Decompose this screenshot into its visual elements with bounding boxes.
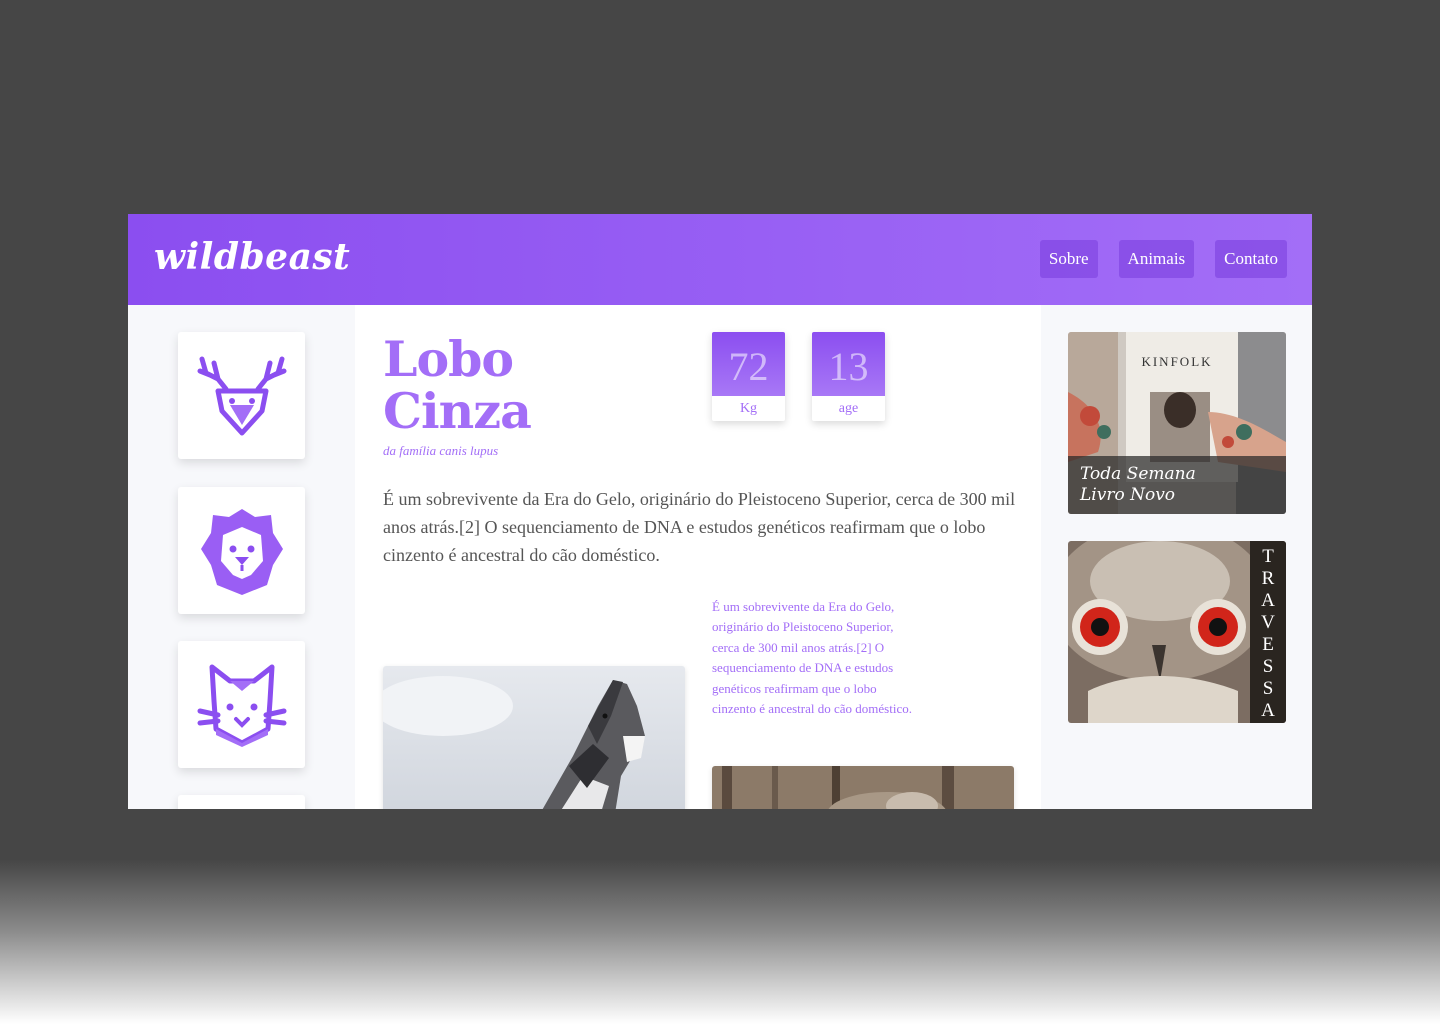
stat-age-label: age: [838, 401, 859, 416]
nav-animais[interactable]: Animais: [1118, 240, 1195, 278]
animal-title-line2: Cinza: [383, 382, 532, 440]
book-ad-caption-line1: Toda Semana: [1080, 464, 1196, 484]
owl-ad-vertical-label: T R A V E S S A: [1250, 541, 1286, 723]
nav-contato[interactable]: Contato: [1215, 240, 1287, 278]
sidebar-item-cat[interactable]: [178, 641, 305, 768]
nav-sobre[interactable]: Sobre: [1039, 240, 1098, 278]
animal-side-text: É um sobrevivente da Era do Gelo, origin…: [712, 599, 912, 717]
stat-weight-value: 72: [712, 332, 785, 396]
animal-title-line1: Lobo: [383, 330, 514, 388]
owl-ad[interactable]: T R A V E S S A: [1068, 541, 1286, 723]
animal-content: Lobo Cinza da família canis lupus 72 Kg …: [355, 305, 1041, 809]
animal-sidebar: [128, 305, 355, 809]
owl-ad-letter: S: [1262, 678, 1274, 699]
browser-page: wildbeast Sobre Animais Contato Lobo Cin…: [128, 214, 1312, 809]
top-bar: wildbeast Sobre Animais Contato: [128, 214, 1312, 305]
owl-ad-letter: R: [1261, 568, 1275, 589]
ads-column: KINFOLK Toda Semana Livro Novo T R A V E…: [1041, 305, 1312, 809]
deer-icon: [197, 356, 286, 435]
book-ad-caption-line2: Livro Novo: [1080, 485, 1176, 505]
stat-age: 13 age: [812, 332, 885, 421]
site-logo[interactable]: wildbeast: [154, 236, 350, 278]
owl-ad-letter: E: [1262, 634, 1274, 655]
book-ad-caption: Toda Semana Livro Novo: [1068, 456, 1286, 514]
book-ad-magazine-title: KINFOLK: [1141, 354, 1213, 369]
howling-wolf-photo: [383, 666, 685, 809]
animal-subtitle: da família canis lupus: [383, 443, 499, 458]
wolf-forest-photo: [712, 766, 1014, 809]
sidebar-item-deer[interactable]: [178, 332, 305, 459]
owl-ad-letter: V: [1261, 612, 1275, 633]
stat-age-value: 13: [812, 332, 885, 396]
owl-ad-letter: A: [1261, 700, 1275, 721]
book-ad[interactable]: KINFOLK Toda Semana Livro Novo: [1068, 332, 1286, 514]
animal-title: Lobo Cinza: [383, 333, 603, 437]
main-nav: Sobre Animais Contato: [1039, 240, 1287, 278]
stat-weight-label: Kg: [739, 401, 758, 416]
sidebar-item-lion[interactable]: [178, 487, 305, 614]
animal-description: É um sobrevivente da Era do Gelo, origin…: [383, 489, 1016, 565]
sidebar-item-more[interactable]: [178, 795, 305, 809]
cat-icon: [197, 664, 286, 747]
owl-ad-letter: S: [1262, 656, 1274, 677]
lion-icon: [200, 508, 283, 595]
stat-weight: 72 Kg: [712, 332, 785, 421]
owl-ad-letter: A: [1261, 590, 1275, 611]
owl-ad-letter: T: [1262, 546, 1274, 567]
